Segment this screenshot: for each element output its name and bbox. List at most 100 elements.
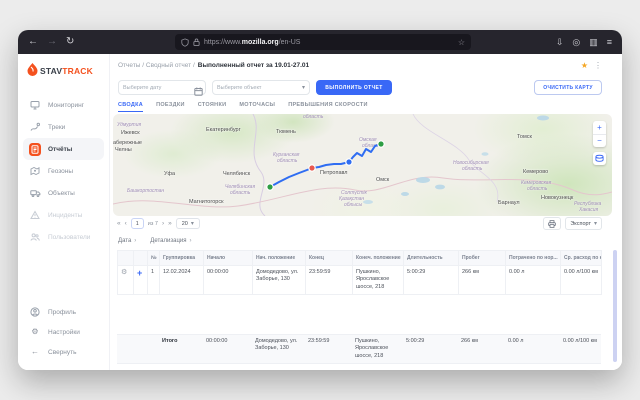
sidebar-item-tracks[interactable]: Треки [23,116,104,138]
map-zoom-control: + − [593,121,606,147]
export-select[interactable]: Экспорт ▾ [565,217,602,230]
table-header-row: № Группировка Начало Нач. положение Коне… [118,251,602,266]
bookmark-icon[interactable]: ☆ [458,38,465,47]
page-number-box[interactable]: 1 [131,218,144,229]
report-tabs: СВОДКА ПОЕЗДКИ СТОЯНКИ МОТОЧАСЫ ПРЕВЫШЕН… [118,102,368,112]
shield-icon [181,38,189,47]
col-mileage: Пробег [459,251,506,266]
total-label: Итого [159,335,203,364]
app-logo[interactable]: STAVTRACK [27,63,93,76]
section-links: Дата› Детализация› [118,238,192,244]
print-button[interactable] [543,217,561,230]
calendar-icon[interactable] [194,83,203,101]
section-date[interactable]: Дата› [118,238,136,244]
browser-toolbar: ← → ↻ https://www.mozilla.org/en-US ☆ ⇩ … [18,30,622,54]
page-count-label: из 7 [148,221,158,227]
date-input[interactable] [118,80,206,95]
page-next-button[interactable]: › [162,220,164,227]
lock-icon [193,38,200,46]
forward-icon[interactable]: → [47,37,57,47]
table-row[interactable]: ⚙ + 1 12.02.2024 00:00:00 Домодедово, ул… [118,266,602,295]
monitor-icon [29,100,41,110]
route-end-marker[interactable] [378,141,384,147]
expand-row-icon[interactable]: + [137,268,142,278]
map-area[interactable]: + − ИжевскНабережныеЧелныЕкатеринбургТюм… [113,114,612,216]
browser-window: ← → ↻ https://www.mozilla.org/en-US ☆ ⇩ … [18,30,622,370]
url-bar[interactable]: https://www.mozilla.org/en-US ☆ [175,34,471,50]
page-prev-button[interactable]: ‹ [125,220,127,227]
logo-flame-icon [27,63,38,76]
tab-summary[interactable]: СВОДКА [118,102,143,112]
col-avg-consumption: Ср. расход по нор... [561,251,602,266]
track-route-icon [29,122,41,132]
gear-icon: ⚙ [31,328,38,336]
page-title: Выполненный отчет за 19.01-27.01 [198,62,309,69]
geozone-pin-icon [29,166,41,176]
sidebar-item-monitoring[interactable]: Мониторинг [23,94,104,116]
account-icon[interactable]: ◎ [572,38,580,47]
sidebar-item-incidents: Инциденты [23,204,104,226]
zoom-out-button[interactable]: − [593,135,606,148]
sidebar-item-users: Пользователи [23,226,104,248]
tab-trips[interactable]: ПОЕЗДКИ [156,102,185,112]
users-icon [29,232,41,242]
sidebar-item-profile[interactable]: Профиль [23,302,104,322]
logo-text-stav: STAV [40,66,62,76]
reload-icon[interactable]: ↻ [66,37,74,47]
export-toolbar: Экспорт ▾ [543,217,602,230]
report-table: № Группировка Начало Нач. положение Коне… [117,250,602,295]
page-first-button[interactable]: « [117,220,121,227]
favorite-star-icon[interactable]: ★ [581,61,588,70]
track-gears-icon[interactable]: ⚙ [121,269,127,276]
object-select[interactable]: Выберите объект ▾ [212,80,310,95]
map-layers-button[interactable] [593,152,606,165]
route-layer [113,114,612,216]
table-total-row: Итого 00:00:00 Домодедово, ул. Заборье, … [117,334,601,364]
col-start: Начало [204,251,253,266]
tab-engine-hours[interactable]: МОТОЧАСЫ [239,102,275,112]
report-icon [29,143,41,156]
logo-text-track: TRACK [62,66,93,76]
tab-stops[interactable]: СТОЯНКИ [198,102,227,112]
sidebar-item-settings[interactable]: ⚙ Настройки [23,322,104,342]
collapse-arrow-icon: ← [31,348,39,356]
filter-bar: Выберите объект ▾ ВЫПОЛНИТЬ ОТЧЕТ ОЧИСТИ… [110,80,622,96]
breadcrumb[interactable]: Отчеты / Сводный отчет / [118,62,195,69]
page-size-select[interactable]: 20▾ [176,218,200,229]
sidebar: STAVTRACK Мониторинг Треки Отчёты Геоз [18,54,110,370]
sidebar-item-objects[interactable]: Объекты [23,182,104,204]
sidebar-item-collapse[interactable]: ← Свернуть [23,342,104,362]
clear-map-button[interactable]: ОЧИСТИТЬ КАРТУ [534,80,602,95]
route-start-marker[interactable] [267,184,273,190]
warning-icon [29,210,41,220]
table-scrollbar[interactable] [613,250,617,362]
col-number: № [148,251,160,266]
profile-icon [29,307,41,317]
col-grouping: Группировка [160,251,204,266]
col-fuel-spent: Потрачено по нор... [506,251,561,266]
route-event-marker[interactable] [309,165,315,171]
truck-icon [29,188,41,198]
zoom-in-button[interactable]: + [593,121,606,135]
tab-speeding[interactable]: ПРЕВЫШЕНИЯ СКОРОСТИ [288,102,368,112]
panel-icon[interactable]: ▥ [589,38,598,47]
printer-icon [548,220,556,228]
page-last-button[interactable]: » [168,220,172,227]
chevron-right-icon: › [134,238,136,244]
route-polyline [270,144,381,187]
pagination: « ‹ 1 из 7 › » 20▾ [117,218,200,229]
sidebar-item-reports[interactable]: Отчёты [23,138,104,160]
sidebar-item-geozones[interactable]: Геозоны [23,160,104,182]
run-report-button[interactable]: ВЫПОЛНИТЬ ОТЧЕТ [316,80,392,95]
kebab-menu-icon[interactable]: ⋮ [594,61,602,70]
col-end-location: Конеч. положение [353,251,404,266]
menu-icon[interactable]: ≡ [607,38,612,47]
download-icon[interactable]: ⇩ [556,38,564,47]
layers-icon [595,154,604,163]
route-point-marker[interactable] [346,159,352,165]
section-details[interactable]: Детализация› [150,238,191,244]
back-icon[interactable]: ← [28,37,38,47]
chevron-down-icon: ▾ [191,220,194,227]
sidebar-nav: Мониторинг Треки Отчёты Геозоны Объекты [23,94,104,248]
col-start-location: Нач. положение [253,251,306,266]
